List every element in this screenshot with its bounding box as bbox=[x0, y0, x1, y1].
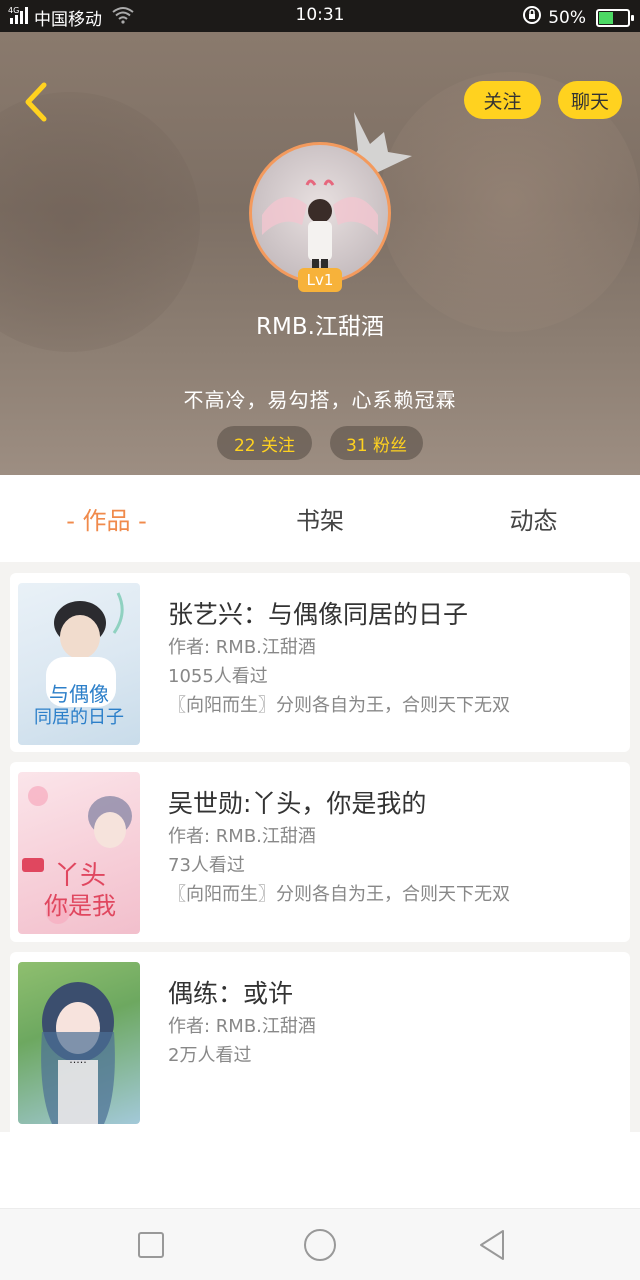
status-bar: 4G 中国移动 10:31 50% bbox=[0, 0, 640, 32]
cover-title-2: 同居的日子 bbox=[34, 707, 124, 728]
battery-icon bbox=[596, 8, 634, 27]
book-description: 〖向阳而生〗分则各自为王，合则天下无双 bbox=[168, 884, 510, 905]
avatar[interactable] bbox=[249, 142, 391, 284]
navigation-bar bbox=[0, 1208, 640, 1280]
cover-caption: ····· bbox=[69, 1056, 86, 1069]
cover-title-2: 你是我 bbox=[44, 892, 116, 920]
book-title: 张艺兴：与偶像同居的日子 bbox=[168, 600, 469, 629]
book-views: 1055人看过 bbox=[168, 666, 268, 687]
tab-works[interactable]: - 作品 - bbox=[0, 475, 213, 562]
book-views: 73人看过 bbox=[168, 855, 245, 876]
battery-percent: 50% bbox=[548, 7, 586, 28]
book-author: 作者: RMB.江甜酒 bbox=[168, 826, 316, 847]
cover-title-1: 丫头 bbox=[54, 861, 106, 891]
level-badge: Lv1 bbox=[298, 268, 342, 292]
triangle-back-icon bbox=[480, 1230, 504, 1260]
bio: 不高冷，易勾搭，心系赖冠霖 bbox=[183, 388, 457, 412]
square-icon bbox=[138, 1232, 164, 1258]
book-title: 吴世勋:丫头，你是我的 bbox=[168, 789, 427, 818]
circle-icon bbox=[304, 1229, 336, 1261]
avatar-image bbox=[262, 179, 378, 281]
following-count[interactable]: 22 关注 bbox=[217, 426, 312, 460]
fans-count[interactable]: 31 粉丝 bbox=[330, 426, 423, 460]
recent-apps-button[interactable] bbox=[133, 1227, 169, 1263]
list-item[interactable]: 与偶像 同居的日子 张艺兴：与偶像同居的日子 作者: RMB.江甜酒 1055人… bbox=[10, 573, 630, 752]
book-author: 作者: RMB.江甜酒 bbox=[168, 1016, 316, 1037]
profile-tabs: - 作品 - 书架 动态 bbox=[0, 475, 640, 562]
book-cover: ····· bbox=[18, 962, 140, 1124]
chevron-left-icon bbox=[25, 82, 47, 122]
book-author: 作者: RMB.江甜酒 bbox=[168, 637, 316, 658]
cover-title-1: 与偶像 bbox=[49, 682, 109, 706]
book-views: 2万人看过 bbox=[168, 1045, 252, 1066]
book-list: 与偶像 同居的日子 张艺兴：与偶像同居的日子 作者: RMB.江甜酒 1055人… bbox=[0, 562, 640, 1132]
book-cover: 丫头 你是我 bbox=[18, 772, 140, 934]
book-description: 〖向阳而生〗分则各自为王，合则天下无双 bbox=[168, 695, 510, 716]
chat-button[interactable]: 聊天 bbox=[558, 81, 622, 119]
tab-activity[interactable]: 动态 bbox=[427, 475, 640, 562]
status-right: 50% bbox=[522, 5, 634, 30]
list-item[interactable]: ····· 偶练：或许 作者: RMB.江甜酒 2万人看过 bbox=[10, 952, 630, 1132]
back-nav-button[interactable] bbox=[474, 1227, 510, 1263]
follow-button[interactable]: 关注 bbox=[464, 81, 541, 119]
profile-header: 关注 聊天 Lv1 RMB.江甜酒 不高冷，易勾搭，心系赖冠霖 22 关注 31… bbox=[0, 32, 640, 475]
battery-fill bbox=[599, 11, 613, 24]
back-button[interactable] bbox=[16, 80, 56, 124]
book-title: 偶练：或许 bbox=[168, 979, 294, 1008]
list-item[interactable]: 丫头 你是我 吴世勋:丫头，你是我的 作者: RMB.江甜酒 73人看过 〖向阳… bbox=[10, 762, 630, 942]
book-cover: 与偶像 同居的日子 bbox=[18, 583, 140, 745]
home-button[interactable] bbox=[302, 1227, 338, 1263]
username: RMB.江甜酒 bbox=[256, 314, 384, 340]
rotation-lock-icon bbox=[522, 5, 542, 30]
tab-bookshelf[interactable]: 书架 bbox=[213, 475, 427, 562]
